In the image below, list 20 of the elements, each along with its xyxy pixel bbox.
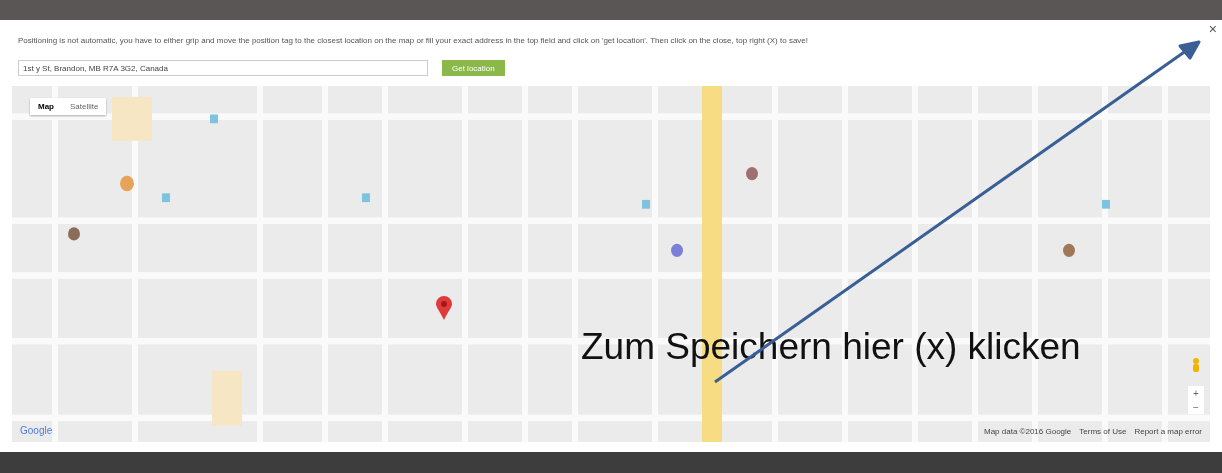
- place-marker-icon[interactable]: [746, 167, 758, 181]
- map-footer-link[interactable]: Terms of Use: [1079, 427, 1127, 436]
- transit-stop-icon[interactable]: [362, 193, 370, 203]
- transit-stop-icon[interactable]: [210, 114, 218, 124]
- address-field[interactable]: 1st y St, Brandon, MB R7A 3G2, Canada: [18, 60, 428, 76]
- transit-stop-icon[interactable]: [1102, 199, 1110, 209]
- transit-stop-icon[interactable]: [642, 199, 650, 209]
- map-type-tab[interactable]: Map: [30, 98, 62, 115]
- map-logo: Google: [20, 425, 53, 436]
- transit-stop-icon[interactable]: [162, 193, 170, 203]
- person-icon[interactable]: [1192, 358, 1200, 372]
- instructions-text: Positioning is not automatic, you have to either grip and move the position tag to the closest location on the map or fill your exact address in the top field and click on 'get location'. Then click on the close, top right (X) to save!: [17, 35, 809, 47]
- map-type-tab[interactable]: Satellite: [62, 98, 107, 115]
- place-marker-icon[interactable]: [1063, 243, 1075, 257]
- map-footer-link[interactable]: Report a map error: [1134, 427, 1202, 436]
- map-footer-link[interactable]: Map data ©2016 Google: [984, 427, 1072, 436]
- place-marker-icon[interactable]: [120, 175, 134, 192]
- place-marker-icon[interactable]: [671, 243, 683, 257]
- place-marker-icon[interactable]: [68, 227, 80, 241]
- map-pin-icon[interactable]: [436, 296, 452, 320]
